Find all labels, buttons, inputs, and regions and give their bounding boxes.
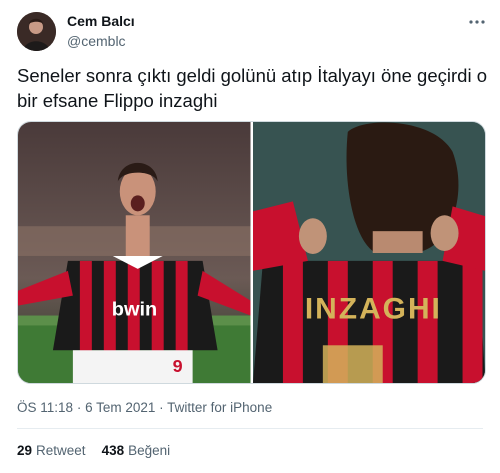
tweet-card: Cem Balcı @cemblc Seneler sonra çıktı ge… <box>0 0 500 473</box>
tweet-stats: 29 Retweet 438 Beğeni <box>17 443 170 458</box>
author-display-name[interactable]: Cem Balcı <box>67 13 135 30</box>
tweet-time[interactable]: ÖS 11:18 <box>17 400 73 415</box>
like-count: 438 <box>101 443 125 458</box>
left-jersey-sponsor: bwin <box>112 299 157 321</box>
tweet-date[interactable]: 6 Tem 2021 <box>85 400 155 415</box>
tweet-text: Seneler sonra çıktı geldi golünü atıp İt… <box>17 65 487 111</box>
media-photo-celebration[interactable]: 9 bwin <box>18 122 251 383</box>
retweet-count: 29 <box>17 443 33 458</box>
tweet-header: Cem Balcı @cemblc <box>17 10 487 52</box>
divider <box>17 428 483 429</box>
left-shorts-number: 9 <box>173 356 183 376</box>
avatar[interactable] <box>17 11 56 51</box>
media-photo-back[interactable]: INZAGHI <box>252 122 485 383</box>
retweet-label: Retweet <box>36 443 86 458</box>
more-dots-icon[interactable] <box>467 14 487 30</box>
retweet-stat[interactable]: 29 Retweet <box>17 443 86 458</box>
author-handle[interactable]: @cemblc <box>67 32 135 50</box>
meta-separator: · <box>159 400 168 415</box>
meta-separator: · <box>76 400 86 415</box>
tweet-source[interactable]: Twitter for iPhone <box>167 400 272 415</box>
author-names: Cem Balcı @cemblc <box>67 13 135 50</box>
like-label: Beğeni <box>128 443 171 458</box>
tweet-media: 9 bwin INZAGHI <box>17 121 486 384</box>
tweet-meta: ÖS 11:18 · 6 Tem 2021 · Twitter for iPho… <box>17 400 272 416</box>
right-jersey-name: INZAGHI <box>304 293 441 326</box>
like-stat[interactable]: 438 Beğeni <box>102 443 171 458</box>
